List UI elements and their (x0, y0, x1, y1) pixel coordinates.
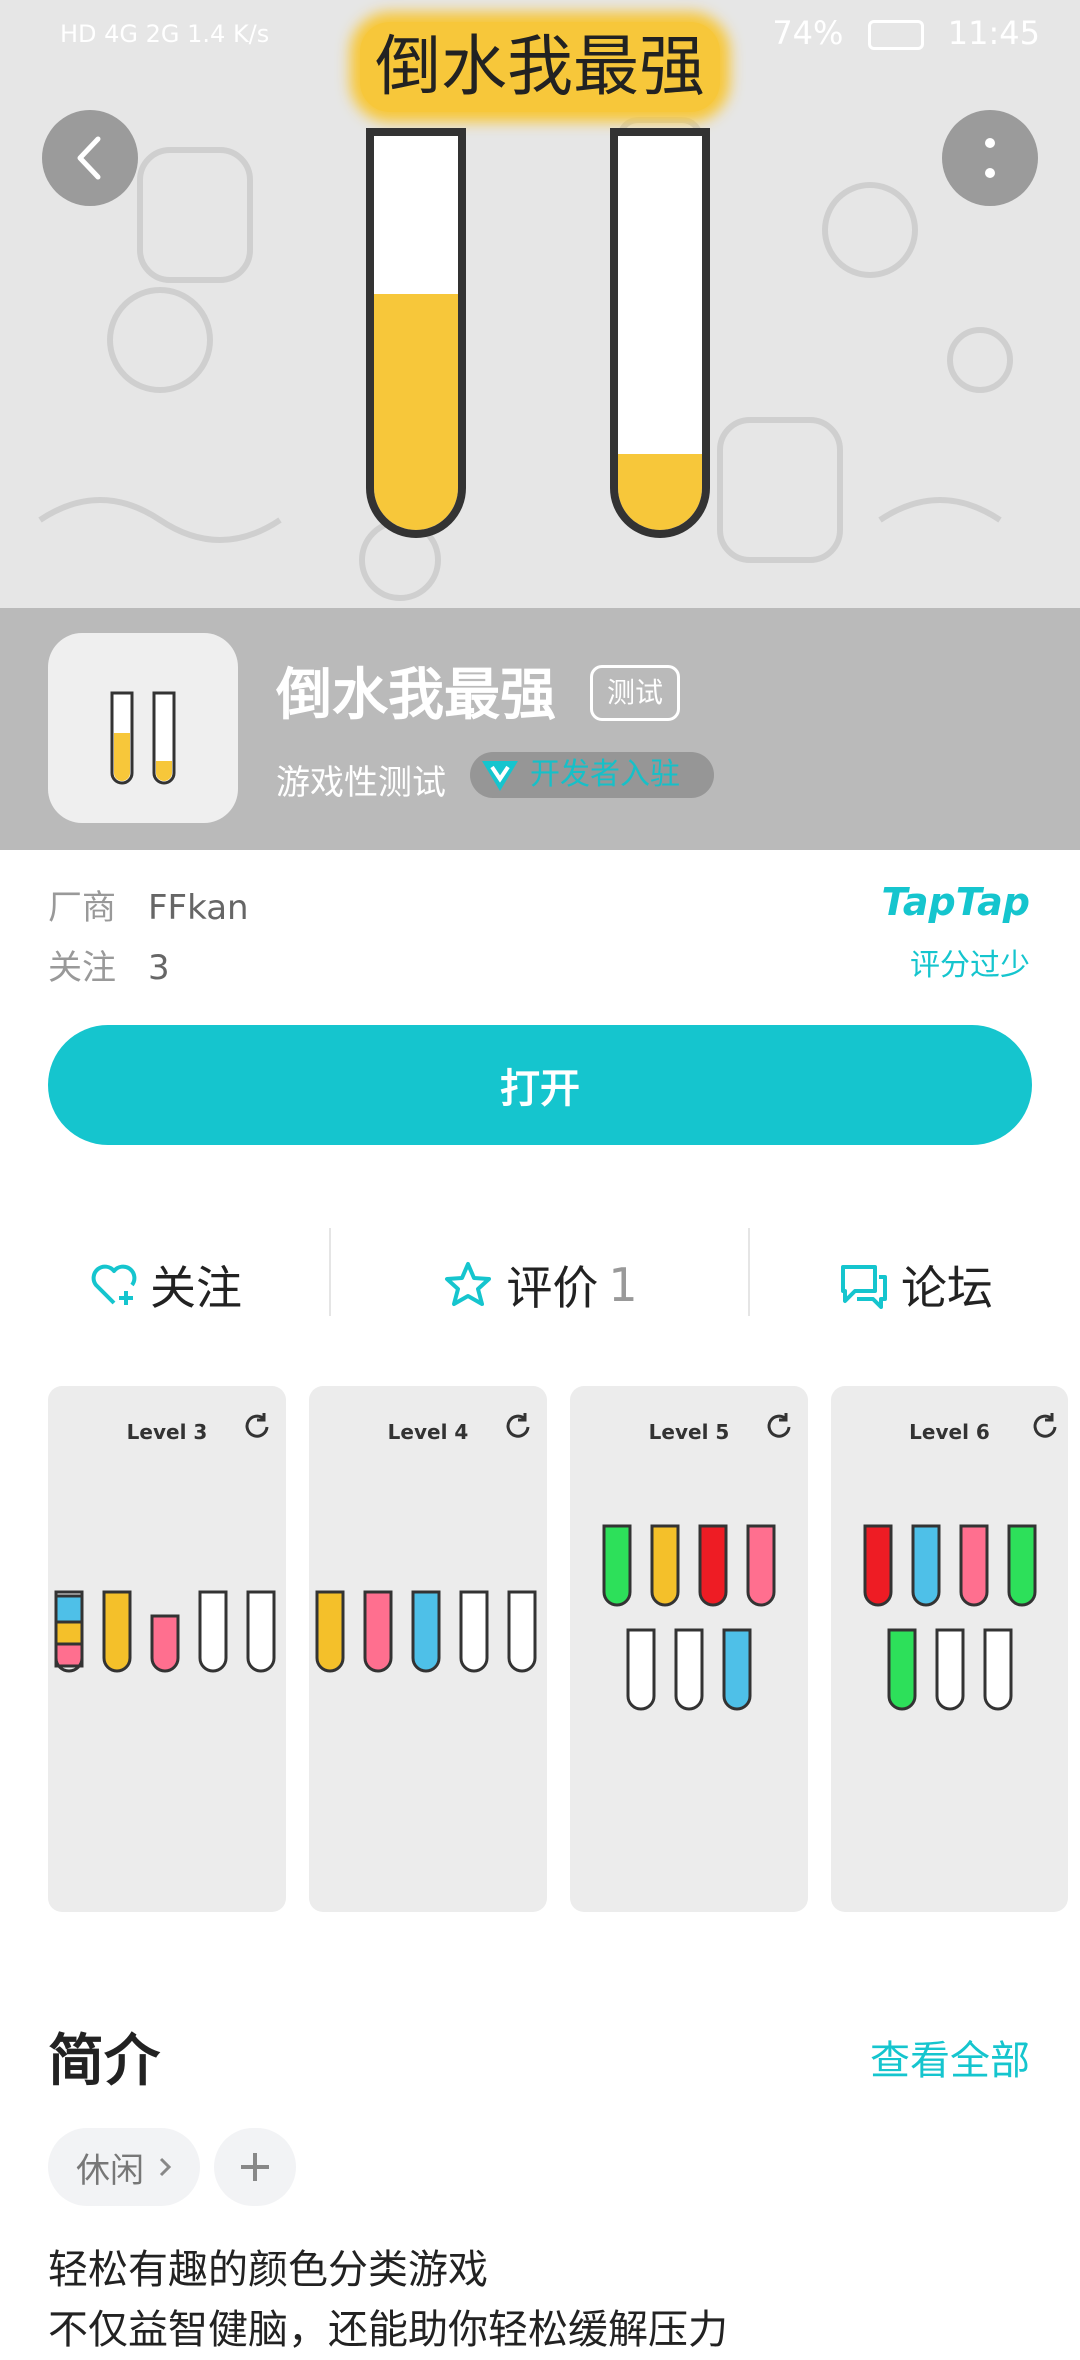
see-all-link[interactable]: 查看全部 (870, 2028, 1030, 2086)
chat-bubbles-icon (841, 1265, 887, 1309)
vendor-row: 厂商 FFkan (48, 880, 249, 929)
follow-label: 关注 (48, 948, 116, 988)
verified-v-icon (482, 761, 518, 791)
tube-set (863, 1524, 1037, 1711)
forum-action-label: 论坛 (901, 1261, 993, 1315)
clock: 11:45 (947, 14, 1040, 52)
add-tag-button[interactable] (214, 2128, 296, 2206)
status-bar: HD 4G 2G 1.4 K/s 74% 11:45 (0, 0, 1080, 70)
screenshot-thumbnail[interactable]: Level 5 (570, 1386, 808, 1912)
intro-description: 轻松有趣的颜色分类游戏 不仅益智健脑，还能助你轻松缓解压力 (48, 2240, 728, 2360)
forum-action[interactable]: 论坛 (750, 1225, 1080, 1345)
hero-tube-right (610, 128, 710, 538)
app-subtitle: 游戏性测试 (276, 763, 446, 803)
tag-chip[interactable]: 休闲 (48, 2128, 200, 2206)
more-button[interactable] (942, 110, 1038, 206)
tube-set (54, 1590, 276, 1673)
follow-action-label: 关注 (150, 1261, 242, 1315)
follow-action[interactable]: 关注 (0, 1225, 330, 1345)
review-action-label: 评价 (506, 1261, 599, 1315)
status-right: 74% 11:45 (772, 14, 1040, 52)
app-name: 倒水我最强 (276, 663, 556, 728)
description-line: 轻松有趣的颜色分类游戏 (48, 2247, 488, 2293)
heart-plus-icon (91, 1264, 137, 1305)
action-bar: 关注 评价 1 论坛 (0, 1225, 1080, 1345)
open-button[interactable]: 打开 (48, 1025, 1032, 1145)
review-count: 1 (608, 1258, 638, 1312)
action-divider (329, 1228, 331, 1316)
rating-note: 评分过少 (910, 948, 1030, 983)
battery-percent: 74% (772, 14, 844, 52)
review-action[interactable]: 评价 1 (330, 1225, 750, 1345)
tube-set (602, 1524, 776, 1711)
back-arrow-icon (77, 136, 101, 180)
developer-badge[interactable]: 开发者入驻 (470, 752, 714, 798)
battery-icon (867, 20, 924, 50)
taptap-logo: TapTap (881, 880, 1030, 924)
test-badge: 测试 (590, 665, 681, 721)
screenshot-thumbnail[interactable]: Level 4 (309, 1386, 547, 1912)
more-vertical-icon (985, 138, 995, 178)
follow-value: 3 (148, 948, 170, 988)
back-button[interactable] (42, 110, 138, 206)
description-line: 不仅益智健脑，还能助你轻松缓解压力 (48, 2307, 728, 2353)
app-icon-graphic (110, 691, 176, 785)
plus-icon (241, 2153, 269, 2181)
tag-label: 休闲 (76, 2150, 144, 2191)
vendor-label: 厂商 (48, 888, 116, 928)
screenshot-thumbnail[interactable]: Level 3 (48, 1386, 286, 1912)
developer-badge-label: 开发者入驻 (530, 757, 680, 792)
vendor-value[interactable]: FFkan (148, 888, 249, 928)
follow-row: 关注 3 (48, 940, 170, 989)
intro-title: 简介 (48, 2029, 160, 2094)
app-icon (48, 633, 238, 823)
tube-set (315, 1590, 537, 1673)
screenshot-thumbnail[interactable]: Level 6 (831, 1386, 1068, 1912)
hero-tube-left (366, 128, 466, 538)
action-divider (748, 1228, 750, 1316)
status-signal: HD 4G 2G 1.4 K/s (60, 20, 270, 48)
chevron-right-icon (159, 2157, 172, 2177)
star-icon (445, 1262, 492, 1306)
